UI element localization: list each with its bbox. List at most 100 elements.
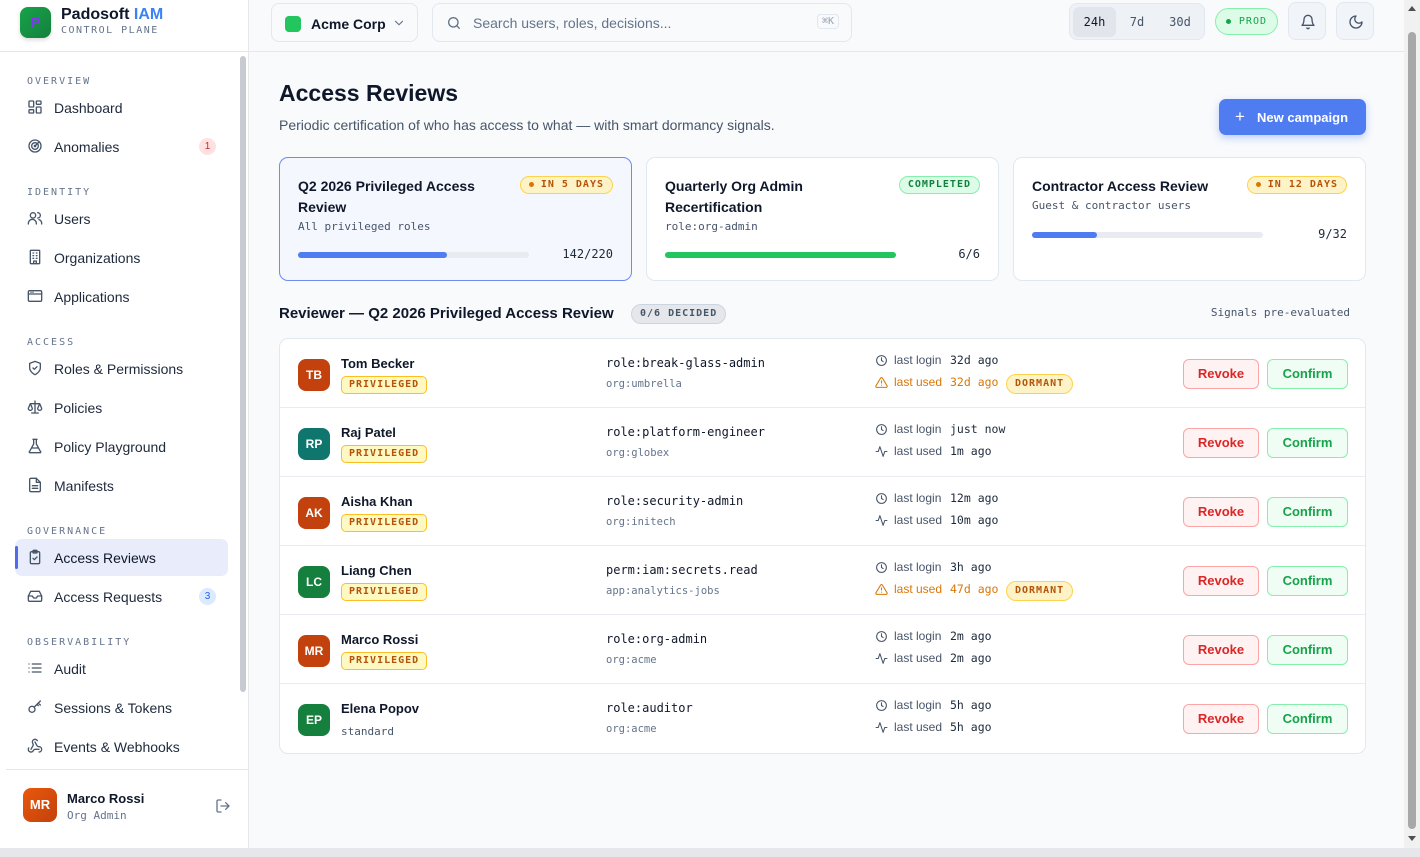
new-campaign-button[interactable]: + New campaign <box>1219 99 1366 135</box>
shield-check-icon <box>27 360 43 376</box>
range-24h[interactable]: 24h <box>1073 7 1116 37</box>
app-window-icon <box>27 288 43 304</box>
signal-label: last used <box>894 444 943 458</box>
campaign-progress-count: 9/32 <box>1318 227 1347 241</box>
clock-icon <box>876 631 887 642</box>
sidebar-item-roles-and-permissions[interactable]: Roles & Permissions <box>15 350 228 387</box>
nav-section-label: OBSERVABILITY <box>27 637 132 648</box>
grant-role: perm:iam:secrets.read <box>606 563 758 577</box>
confirm-button[interactable]: Confirm <box>1267 428 1348 458</box>
user-name: Marco Rossi <box>341 632 419 647</box>
campaign-title: Q2 2026 Privileged Access Review <box>298 178 475 215</box>
plus-icon: + <box>1235 107 1245 126</box>
sidebar-item-label: Manifests <box>54 478 114 494</box>
table-row: MR Marco Rossi PRIVILEGED role:org-admin org… <box>280 615 1365 684</box>
window-scrollbar[interactable] <box>1404 0 1420 848</box>
scroll-thumb[interactable] <box>1408 32 1416 829</box>
signal-value: 2m ago <box>950 629 992 643</box>
confirm-button[interactable]: Confirm <box>1267 704 1348 734</box>
search-box[interactable]: ⌘K <box>432 3 852 42</box>
current-user[interactable]: MR Marco Rossi Org Admin <box>6 769 249 848</box>
sidebar-item-policies[interactable]: Policies <box>15 389 228 426</box>
sidebar-item-manifests[interactable]: Manifests <box>15 467 228 504</box>
file-text-icon <box>27 477 43 493</box>
signal-value: 10m ago <box>950 513 999 527</box>
privilege-tag: standard <box>341 725 394 738</box>
environment-badge: PROD <box>1215 8 1278 35</box>
confirm-button[interactable]: Confirm <box>1267 497 1348 527</box>
campaign-title: Contractor Access Review <box>1032 178 1209 194</box>
scroll-down-arrow[interactable] <box>1408 836 1416 841</box>
revoke-button[interactable]: Revoke <box>1183 497 1259 527</box>
brand-subtitle: CONTROL PLANE <box>61 25 159 36</box>
range-7d[interactable]: 7d <box>1119 7 1155 37</box>
sidebar-item-label: Roles & Permissions <box>54 361 184 377</box>
revoke-button[interactable]: Revoke <box>1183 566 1259 596</box>
avatar: RP <box>298 428 330 460</box>
sidebar-item-label: Applications <box>54 289 130 305</box>
grant-scope: org:acme <box>606 654 657 666</box>
sidebar-item-users[interactable]: Users <box>15 200 228 237</box>
grant-scope: org:umbrella <box>606 378 682 390</box>
range-30d[interactable]: 30d <box>1159 7 1201 37</box>
signal-label: last used <box>894 513 943 527</box>
brand: P Padosoft IAM CONTROL PLANE <box>0 0 249 52</box>
webhook-icon <box>27 738 43 754</box>
revoke-button[interactable]: Revoke <box>1183 635 1259 665</box>
signal-label: last login <box>894 491 942 505</box>
activity-icon <box>875 722 888 733</box>
sidebar-item-applications[interactable]: Applications <box>15 278 228 315</box>
sidebar-item-policy-playground[interactable]: Policy Playground <box>15 428 228 465</box>
grant-role: role:auditor <box>606 701 693 715</box>
logout-icon[interactable] <box>215 798 231 814</box>
sidebar-item-organizations[interactable]: Organizations <box>15 239 228 276</box>
org-switcher[interactable]: Acme Corp <box>271 3 418 42</box>
grant-scope: app:analytics-jobs <box>606 585 720 597</box>
activity-icon <box>875 653 888 664</box>
avatar: AK <box>298 497 330 529</box>
sidebar-item-events-and-webhooks[interactable]: Events & Webhooks <box>15 728 228 765</box>
notifications-button[interactable] <box>1288 2 1326 40</box>
campaign-scope: All privileged roles <box>298 220 431 233</box>
scale-icon <box>27 399 43 415</box>
brand-name: Padosoft IAM <box>61 6 163 24</box>
scroll-up-arrow[interactable] <box>1408 6 1416 11</box>
confirm-button[interactable]: Confirm <box>1267 635 1348 665</box>
signal-value: 2m ago <box>950 651 992 665</box>
time-range-toggle: 24h 7d 30d <box>1069 3 1205 40</box>
reviewer-title: Reviewer — Q2 2026 Privileged Access Rev… <box>279 305 614 322</box>
campaign-progress-fill <box>1032 232 1097 238</box>
signal-value: 47d ago <box>950 582 999 596</box>
sidebar-item-label: Events & Webhooks <box>54 739 180 755</box>
avatar: LC <box>298 566 330 598</box>
campaign-status-badge: IN 12 DAYS <box>1246 176 1347 194</box>
campaign-card[interactable]: Contractor Access Review Guest & contract… <box>1013 157 1366 281</box>
grant-role: role:security-admin <box>606 494 744 508</box>
campaign-progress-bar <box>298 252 529 258</box>
radar-icon <box>27 138 43 154</box>
sidebar-scrollbar[interactable] <box>240 56 246 692</box>
users-icon <box>27 210 43 226</box>
search-input[interactable] <box>473 13 803 33</box>
confirm-button[interactable]: Confirm <box>1267 359 1348 389</box>
sidebar-item-anomalies[interactable]: Anomalies 1 <box>15 128 228 165</box>
campaign-card[interactable]: Q2 2026 Privileged Access Review All priv… <box>279 157 632 281</box>
sidebar-item-sessions-and-tokens[interactable]: Sessions & Tokens <box>15 689 228 726</box>
sidebar-item-dashboard[interactable]: Dashboard <box>15 89 228 126</box>
signal-label: last used <box>894 582 943 596</box>
table-row: RP Raj Patel PRIVILEGED role:platform-engin… <box>280 408 1365 477</box>
sidebar-item-audit[interactable]: Audit <box>15 650 228 687</box>
sidebar-item-access-requests[interactable]: Access Requests 3 <box>15 578 228 615</box>
revoke-button[interactable]: Revoke <box>1183 704 1259 734</box>
confirm-button[interactable]: Confirm <box>1267 566 1348 596</box>
sidebar-nav: OVERVIEW Dashboard Anomalies 1 IDENTITY Users… <box>0 52 240 768</box>
signal-label: last used <box>894 651 943 665</box>
revoke-button[interactable]: Revoke <box>1183 428 1259 458</box>
revoke-button[interactable]: Revoke <box>1183 359 1259 389</box>
theme-toggle-button[interactable] <box>1336 2 1374 40</box>
campaign-card[interactable]: Quarterly Org Admin Recertification role:… <box>646 157 999 281</box>
activity-icon <box>875 446 888 457</box>
grant-role: role:platform-engineer <box>606 425 765 439</box>
privilege-tag: PRIVILEGED <box>341 445 428 463</box>
sidebar-item-access-reviews[interactable]: Access Reviews <box>15 539 228 576</box>
